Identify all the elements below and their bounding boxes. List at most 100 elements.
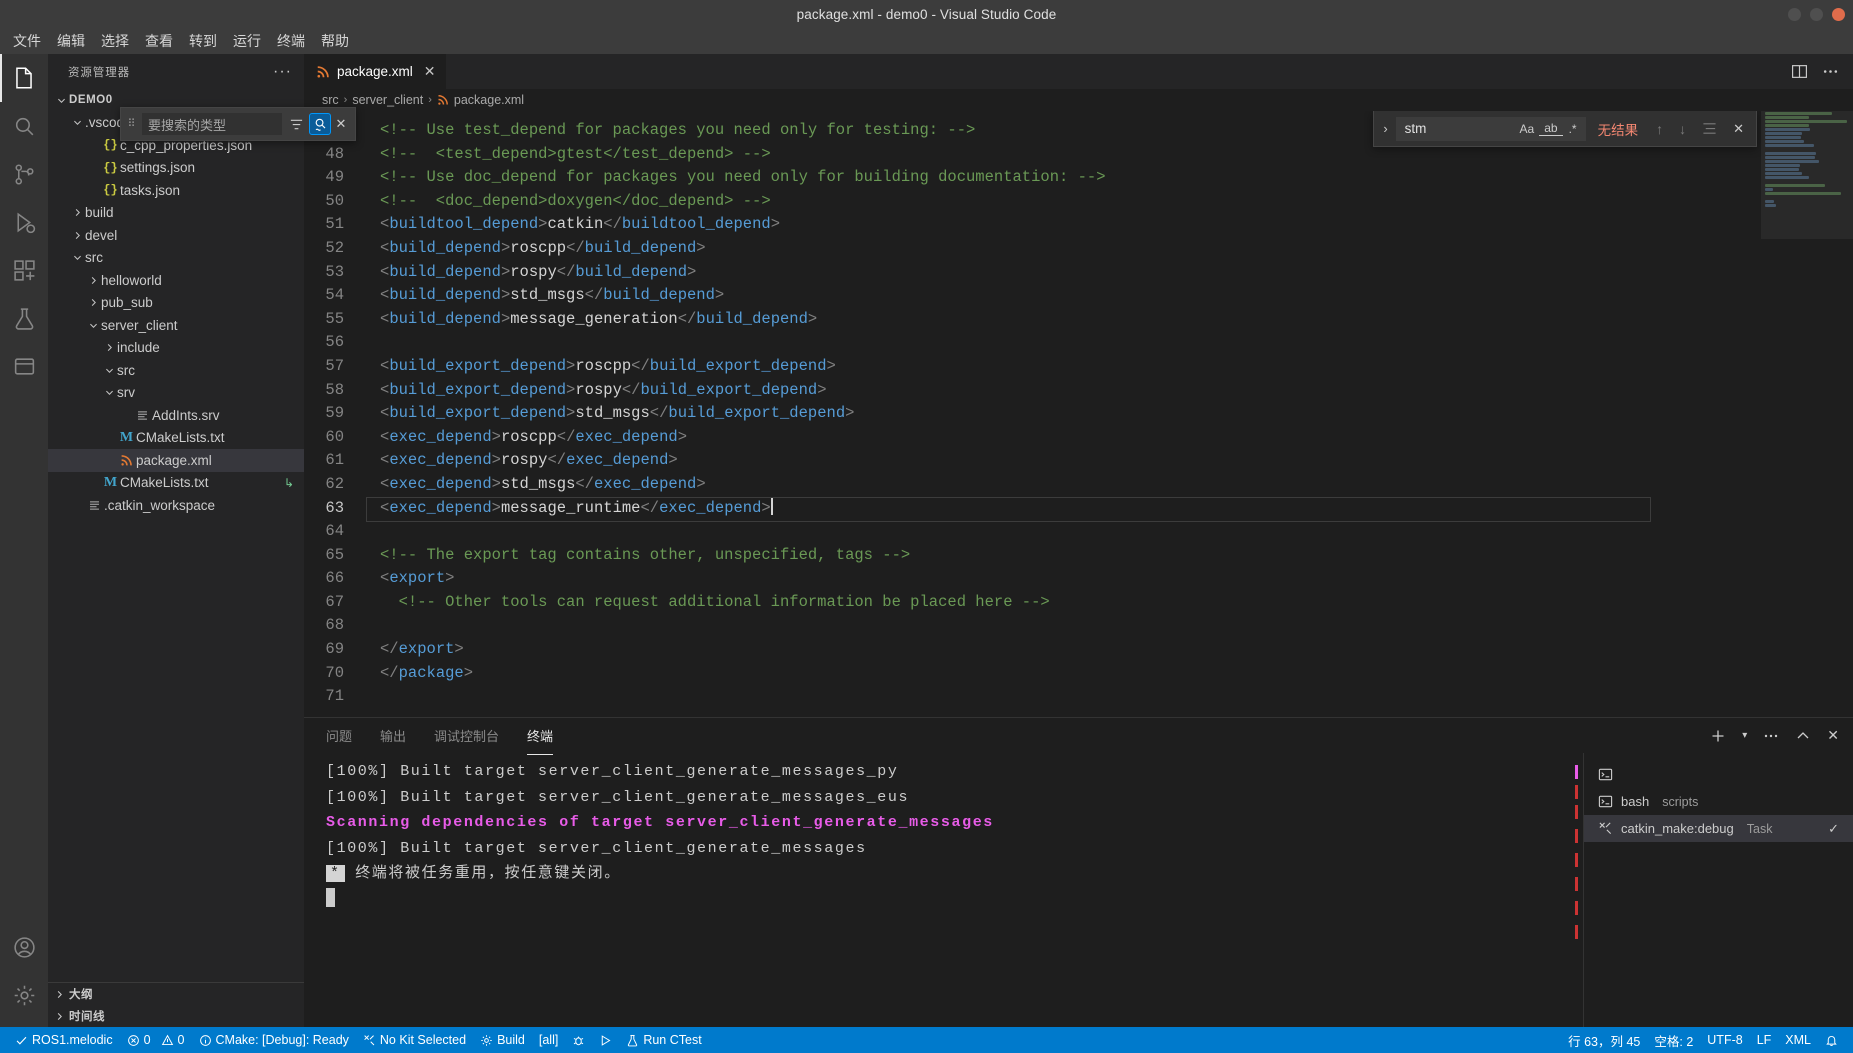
chevron-right-icon[interactable] bbox=[102, 342, 117, 353]
chevron-up-icon[interactable] bbox=[1795, 728, 1811, 744]
menu-go[interactable]: 转到 bbox=[182, 29, 224, 53]
panel-tab-1[interactable]: 输出 bbox=[380, 720, 406, 751]
code-line[interactable]: <build_depend>message_generation</build_… bbox=[380, 308, 1761, 332]
drag-handle-icon[interactable]: ⠿ bbox=[123, 118, 141, 129]
sidebar-section-timeline[interactable]: 时间线 bbox=[48, 1005, 304, 1027]
find-widget[interactable]: › stm Aa ab .* 无结果 ↑ ↓ ✕ bbox=[1372, 111, 1757, 147]
status-encoding[interactable]: UTF-8 bbox=[1700, 1027, 1749, 1053]
chevron-right-icon[interactable] bbox=[54, 989, 65, 1000]
tree-file-tasks.json[interactable]: {} tasks.json bbox=[48, 179, 304, 202]
status-eol[interactable]: LF bbox=[1750, 1027, 1779, 1053]
tree-file-AddInts.srv[interactable]: AddInts.srv bbox=[48, 404, 304, 427]
more-actions-icon[interactable] bbox=[1763, 728, 1779, 744]
panel-tab-2[interactable]: 调试控制台 bbox=[434, 720, 499, 751]
activity-extensions-icon[interactable] bbox=[0, 246, 48, 294]
split-editor-icon[interactable] bbox=[1791, 63, 1808, 80]
tree-folder-pub_sub[interactable]: pub_sub bbox=[48, 292, 304, 315]
activity-run-debug-icon[interactable] bbox=[0, 198, 48, 246]
status-language-mode[interactable]: XML bbox=[1778, 1027, 1818, 1053]
match-case-toggle[interactable]: Aa bbox=[1515, 122, 1540, 136]
tree-file-CMakeLists.txt[interactable]: M CMakeLists.txt bbox=[48, 427, 304, 450]
code-line[interactable]: <build_depend>rospy</build_depend> bbox=[380, 261, 1761, 285]
chevron-down-icon[interactable] bbox=[102, 365, 117, 376]
code-line[interactable]: <!-- Other tools can request additional … bbox=[380, 591, 1761, 615]
chevron-down-icon[interactable] bbox=[54, 95, 69, 106]
status-run[interactable] bbox=[592, 1027, 619, 1053]
tree-folder-server_client[interactable]: server_client bbox=[48, 314, 304, 337]
code-line[interactable]: <build_export_depend>rospy</build_export… bbox=[380, 379, 1761, 403]
code-line[interactable] bbox=[380, 614, 1761, 638]
breadcrumb-item[interactable]: package.xml bbox=[454, 93, 524, 107]
code-line[interactable]: <exec_depend>roscpp</exec_depend> bbox=[380, 426, 1761, 450]
chevron-right-icon[interactable] bbox=[70, 230, 85, 241]
chevron-down-icon[interactable] bbox=[86, 320, 101, 331]
chevron-right-icon[interactable] bbox=[70, 207, 85, 218]
terminal-task-item[interactable]: bash scripts bbox=[1584, 788, 1853, 815]
minimize-button[interactable] bbox=[1788, 7, 1801, 21]
filter-icon[interactable] bbox=[285, 113, 307, 135]
tree-file-package.xml[interactable]: package.xml bbox=[48, 449, 304, 472]
close-button[interactable] bbox=[1832, 7, 1845, 21]
menu-file[interactable]: 文件 bbox=[6, 29, 48, 53]
sidebar-more-actions[interactable]: ··· bbox=[273, 63, 292, 79]
activity-search-icon[interactable] bbox=[0, 102, 48, 150]
code-line[interactable] bbox=[380, 520, 1761, 544]
panel-tab-0[interactable]: 问题 bbox=[326, 720, 352, 751]
chevron-down-icon[interactable]: ▾ bbox=[1742, 730, 1747, 741]
menu-run[interactable]: 运行 bbox=[226, 29, 268, 53]
chevron-right-icon[interactable] bbox=[86, 297, 101, 308]
status-problems[interactable]: 00 bbox=[120, 1027, 192, 1053]
fuzzy-match-icon[interactable] bbox=[309, 113, 331, 135]
find-in-selection-icon[interactable] bbox=[1694, 121, 1725, 136]
activity-settings-gear-icon[interactable] bbox=[0, 971, 48, 1019]
terminal-output[interactable]: [100%] Built target server_client_genera… bbox=[304, 753, 1573, 1027]
minimap-slider[interactable] bbox=[1761, 111, 1853, 239]
code-line[interactable]: <export> bbox=[380, 567, 1761, 591]
code-line[interactable] bbox=[380, 331, 1761, 355]
tree-filter-input[interactable]: 要搜索的类型 bbox=[141, 112, 283, 136]
tree-folder-include[interactable]: include bbox=[48, 337, 304, 360]
code-line[interactable]: <!-- <doc_depend>doxygen</doc_depend> --… bbox=[380, 190, 1761, 214]
status-indentation[interactable]: 空格: 2 bbox=[1647, 1027, 1700, 1053]
breadcrumb[interactable]: src › server_client › package.xml bbox=[304, 89, 1853, 111]
status-ros-distro[interactable]: ROS1.melodic bbox=[8, 1027, 120, 1053]
code-line[interactable]: <exec_depend>std_msgs</exec_depend> bbox=[380, 473, 1761, 497]
tree-folder-srv[interactable]: srv bbox=[48, 382, 304, 405]
chevron-down-icon[interactable] bbox=[102, 387, 117, 398]
chevron-right-icon[interactable] bbox=[54, 1011, 65, 1022]
panel-tab-3[interactable]: 终端 bbox=[527, 720, 554, 755]
code-line[interactable]: <build_depend>roscpp</build_depend> bbox=[380, 237, 1761, 261]
tree-folder-src[interactable]: src bbox=[48, 359, 304, 382]
menu-selection[interactable]: 选择 bbox=[94, 29, 136, 53]
code-line[interactable]: <build_depend>std_msgs</build_depend> bbox=[380, 284, 1761, 308]
status-target[interactable]: [all] bbox=[532, 1027, 565, 1053]
terminal-task-item[interactable]: catkin_make:debug Task ✓ bbox=[1584, 815, 1853, 842]
close-icon[interactable]: ✕ bbox=[1725, 121, 1750, 137]
plus-icon[interactable] bbox=[1710, 728, 1726, 744]
code-line[interactable]: </export> bbox=[380, 638, 1761, 662]
status-notifications[interactable] bbox=[1818, 1027, 1845, 1053]
close-icon[interactable]: ✕ bbox=[331, 116, 351, 132]
arrow-down-icon[interactable]: ↓ bbox=[1671, 121, 1694, 137]
activity-source-control-icon[interactable] bbox=[0, 150, 48, 198]
code-line[interactable]: <!-- Use doc_depend for packages you nee… bbox=[380, 166, 1761, 190]
tree-folder-src[interactable]: src bbox=[48, 247, 304, 270]
activity-testing-icon[interactable] bbox=[0, 294, 48, 342]
tree-folder-devel[interactable]: devel bbox=[48, 224, 304, 247]
activity-account-icon[interactable] bbox=[0, 923, 48, 971]
status-build[interactable]: Build bbox=[473, 1027, 532, 1053]
activity-ros-icon[interactable] bbox=[0, 342, 48, 390]
tree-folder-helloworld[interactable]: helloworld bbox=[48, 269, 304, 292]
status-debug[interactable] bbox=[565, 1027, 592, 1053]
code-line[interactable]: <!-- The export tag contains other, unsp… bbox=[380, 544, 1761, 568]
status-ctest[interactable]: Run CTest bbox=[619, 1027, 708, 1053]
tree-folder-build[interactable]: build bbox=[48, 202, 304, 225]
regex-toggle[interactable]: .* bbox=[1563, 122, 1581, 136]
arrow-up-icon[interactable]: ↑ bbox=[1648, 121, 1671, 137]
maximize-button[interactable] bbox=[1810, 7, 1823, 21]
code-line[interactable]: <build_export_depend>roscpp</build_expor… bbox=[380, 355, 1761, 379]
menu-view[interactable]: 查看 bbox=[138, 29, 180, 53]
code-line[interactable]: <exec_depend>message_runtime</exec_depen… bbox=[366, 496, 1761, 522]
code-content[interactable]: <!-- Use test_depend for packages you ne… bbox=[366, 111, 1761, 717]
code-line[interactable]: <buildtool_depend>catkin</buildtool_depe… bbox=[380, 213, 1761, 237]
